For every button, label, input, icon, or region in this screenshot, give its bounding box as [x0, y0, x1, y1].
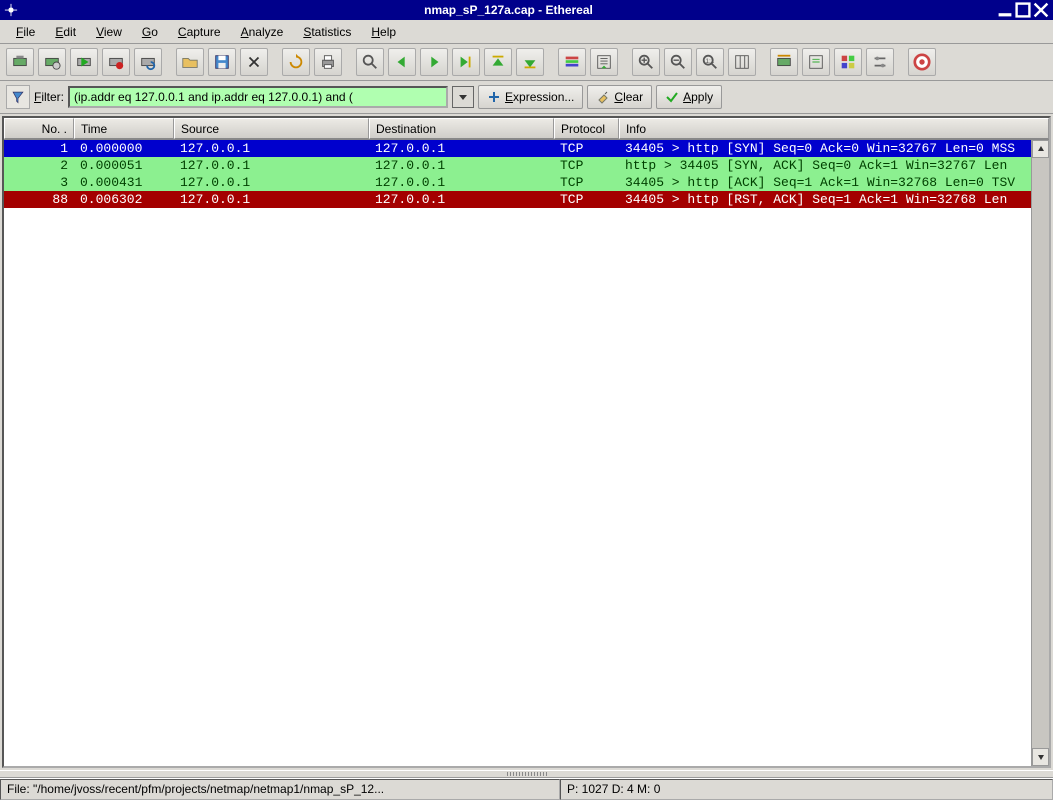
status-counts: P: 1027 D: 4 M: 0 — [560, 779, 1053, 800]
status-file: File: "/home/jvoss/recent/pfm/projects/n… — [0, 779, 560, 800]
preferences-button[interactable] — [866, 48, 894, 76]
packet-cell: 34405 > http [SYN] Seq=0 Ack=0 Win=32767… — [619, 140, 1049, 157]
capture-filters-button[interactable] — [770, 48, 798, 76]
packet-cell: 127.0.0.1 — [369, 157, 554, 174]
apply-button[interactable]: Apply — [656, 85, 722, 109]
zoom-in-button[interactable] — [632, 48, 660, 76]
packet-cell: TCP — [554, 174, 619, 191]
maximize-button[interactable] — [1015, 2, 1031, 18]
packet-cell: 34405 > http [ACK] Seq=1 Ack=1 Win=32768… — [619, 174, 1049, 191]
close-button[interactable] — [1033, 2, 1049, 18]
display-filters-button[interactable] — [802, 48, 830, 76]
packet-cell: 127.0.0.1 — [369, 174, 554, 191]
go-back-button[interactable] — [388, 48, 416, 76]
packet-cell: 0.000000 — [74, 140, 174, 157]
window-titlebar: nmap_sP_127a.cap - Ethereal — [0, 0, 1053, 20]
zoom-out-button[interactable] — [664, 48, 692, 76]
coloring-rules-button[interactable] — [834, 48, 862, 76]
find-button[interactable] — [356, 48, 384, 76]
packet-cell: 127.0.0.1 — [174, 140, 369, 157]
save-button[interactable] — [208, 48, 236, 76]
autoscroll-button[interactable] — [590, 48, 618, 76]
menu-edit[interactable]: Edit — [45, 22, 86, 42]
packet-cell: 0.000051 — [74, 157, 174, 174]
packet-cell: 127.0.0.1 — [174, 157, 369, 174]
column-header-info[interactable]: Info — [619, 118, 1049, 139]
toolbar: 1:1 — [0, 44, 1053, 81]
zoom-reset-button[interactable]: 1:1 — [696, 48, 724, 76]
window-title: nmap_sP_127a.cap - Ethereal — [22, 3, 995, 17]
packet-row[interactable]: 30.000431127.0.0.1127.0.0.1TCP34405 > ht… — [4, 174, 1049, 191]
menu-help[interactable]: Help — [361, 22, 406, 42]
open-button[interactable] — [176, 48, 204, 76]
filter-toolbar: Filter: Expression... Clear Apply — [0, 81, 1053, 114]
goto-packet-button[interactable] — [452, 48, 480, 76]
scroll-track[interactable] — [1032, 158, 1049, 748]
packet-cell: TCP — [554, 191, 619, 208]
print-button[interactable] — [314, 48, 342, 76]
packet-cell: 2 — [4, 157, 74, 174]
packet-cell: 34405 > http [RST, ACK] Seq=1 Ack=1 Win=… — [619, 191, 1049, 208]
filter-bookmark-button[interactable] — [6, 85, 30, 109]
column-header-time[interactable]: Time — [74, 118, 174, 139]
filter-input[interactable] — [68, 86, 448, 108]
packet-cell: 88 — [4, 191, 74, 208]
expression-button[interactable]: Expression... — [478, 85, 583, 109]
packet-cell: http > 34405 [SYN, ACK] Seq=0 Ack=1 Win=… — [619, 157, 1049, 174]
column-header-destination[interactable]: Destination — [369, 118, 554, 139]
packet-list-header: No. . Time Source Destination Protocol I… — [4, 118, 1049, 140]
svg-text:1:1: 1:1 — [706, 58, 715, 65]
go-forward-button[interactable] — [420, 48, 448, 76]
packet-list-pane: No. . Time Source Destination Protocol I… — [2, 116, 1051, 768]
menu-view[interactable]: View — [86, 22, 132, 42]
packet-row[interactable]: 10.000000127.0.0.1127.0.0.1TCP34405 > ht… — [4, 140, 1049, 157]
filter-label[interactable]: Filter: — [34, 90, 64, 104]
reload-button[interactable] — [282, 48, 310, 76]
close-file-button[interactable] — [240, 48, 268, 76]
capture-options-button[interactable] — [38, 48, 66, 76]
packet-cell: TCP — [554, 140, 619, 157]
menu-capture[interactable]: Capture — [168, 22, 231, 42]
menu-statistics[interactable]: Statistics — [293, 22, 361, 42]
packet-cell: TCP — [554, 157, 619, 174]
packet-cell: 0.000431 — [74, 174, 174, 191]
packet-cell: 127.0.0.1 — [174, 191, 369, 208]
minimize-button[interactable] — [997, 2, 1013, 18]
scroll-up-button[interactable] — [1032, 140, 1049, 158]
interfaces-button[interactable] — [6, 48, 34, 76]
pin-icon[interactable] — [4, 3, 18, 17]
packet-cell: 0.006302 — [74, 191, 174, 208]
packet-cell: 1 — [4, 140, 74, 157]
goto-last-button[interactable] — [516, 48, 544, 76]
menubar: File Edit View Go Capture Analyze Statis… — [0, 20, 1053, 44]
packet-cell: 127.0.0.1 — [174, 174, 369, 191]
help-button[interactable] — [908, 48, 936, 76]
capture-restart-button[interactable] — [134, 48, 162, 76]
scroll-down-button[interactable] — [1032, 748, 1049, 766]
menu-go[interactable]: Go — [132, 22, 168, 42]
packet-row[interactable]: 880.006302127.0.0.1127.0.0.1TCP34405 > h… — [4, 191, 1049, 208]
colorize-button[interactable] — [558, 48, 586, 76]
goto-first-button[interactable] — [484, 48, 512, 76]
column-header-no[interactable]: No. . — [4, 118, 74, 139]
column-header-source[interactable]: Source — [174, 118, 369, 139]
capture-stop-button[interactable] — [102, 48, 130, 76]
clear-button[interactable]: Clear — [587, 85, 652, 109]
statusbar: File: "/home/jvoss/recent/pfm/projects/n… — [0, 778, 1053, 800]
menu-analyze[interactable]: Analyze — [231, 22, 294, 42]
packet-cell: 127.0.0.1 — [369, 191, 554, 208]
filter-dropdown-button[interactable] — [452, 86, 474, 108]
packet-list[interactable]: 10.000000127.0.0.1127.0.0.1TCP34405 > ht… — [4, 140, 1049, 766]
pane-splitter[interactable] — [0, 770, 1053, 778]
packet-cell: 127.0.0.1 — [369, 140, 554, 157]
packet-cell: 3 — [4, 174, 74, 191]
capture-start-button[interactable] — [70, 48, 98, 76]
packet-row[interactable]: 20.000051127.0.0.1127.0.0.1TCPhttp > 344… — [4, 157, 1049, 174]
column-header-protocol[interactable]: Protocol — [554, 118, 619, 139]
vertical-scrollbar[interactable] — [1031, 140, 1049, 766]
resize-columns-button[interactable] — [728, 48, 756, 76]
menu-file[interactable]: File — [6, 22, 45, 42]
